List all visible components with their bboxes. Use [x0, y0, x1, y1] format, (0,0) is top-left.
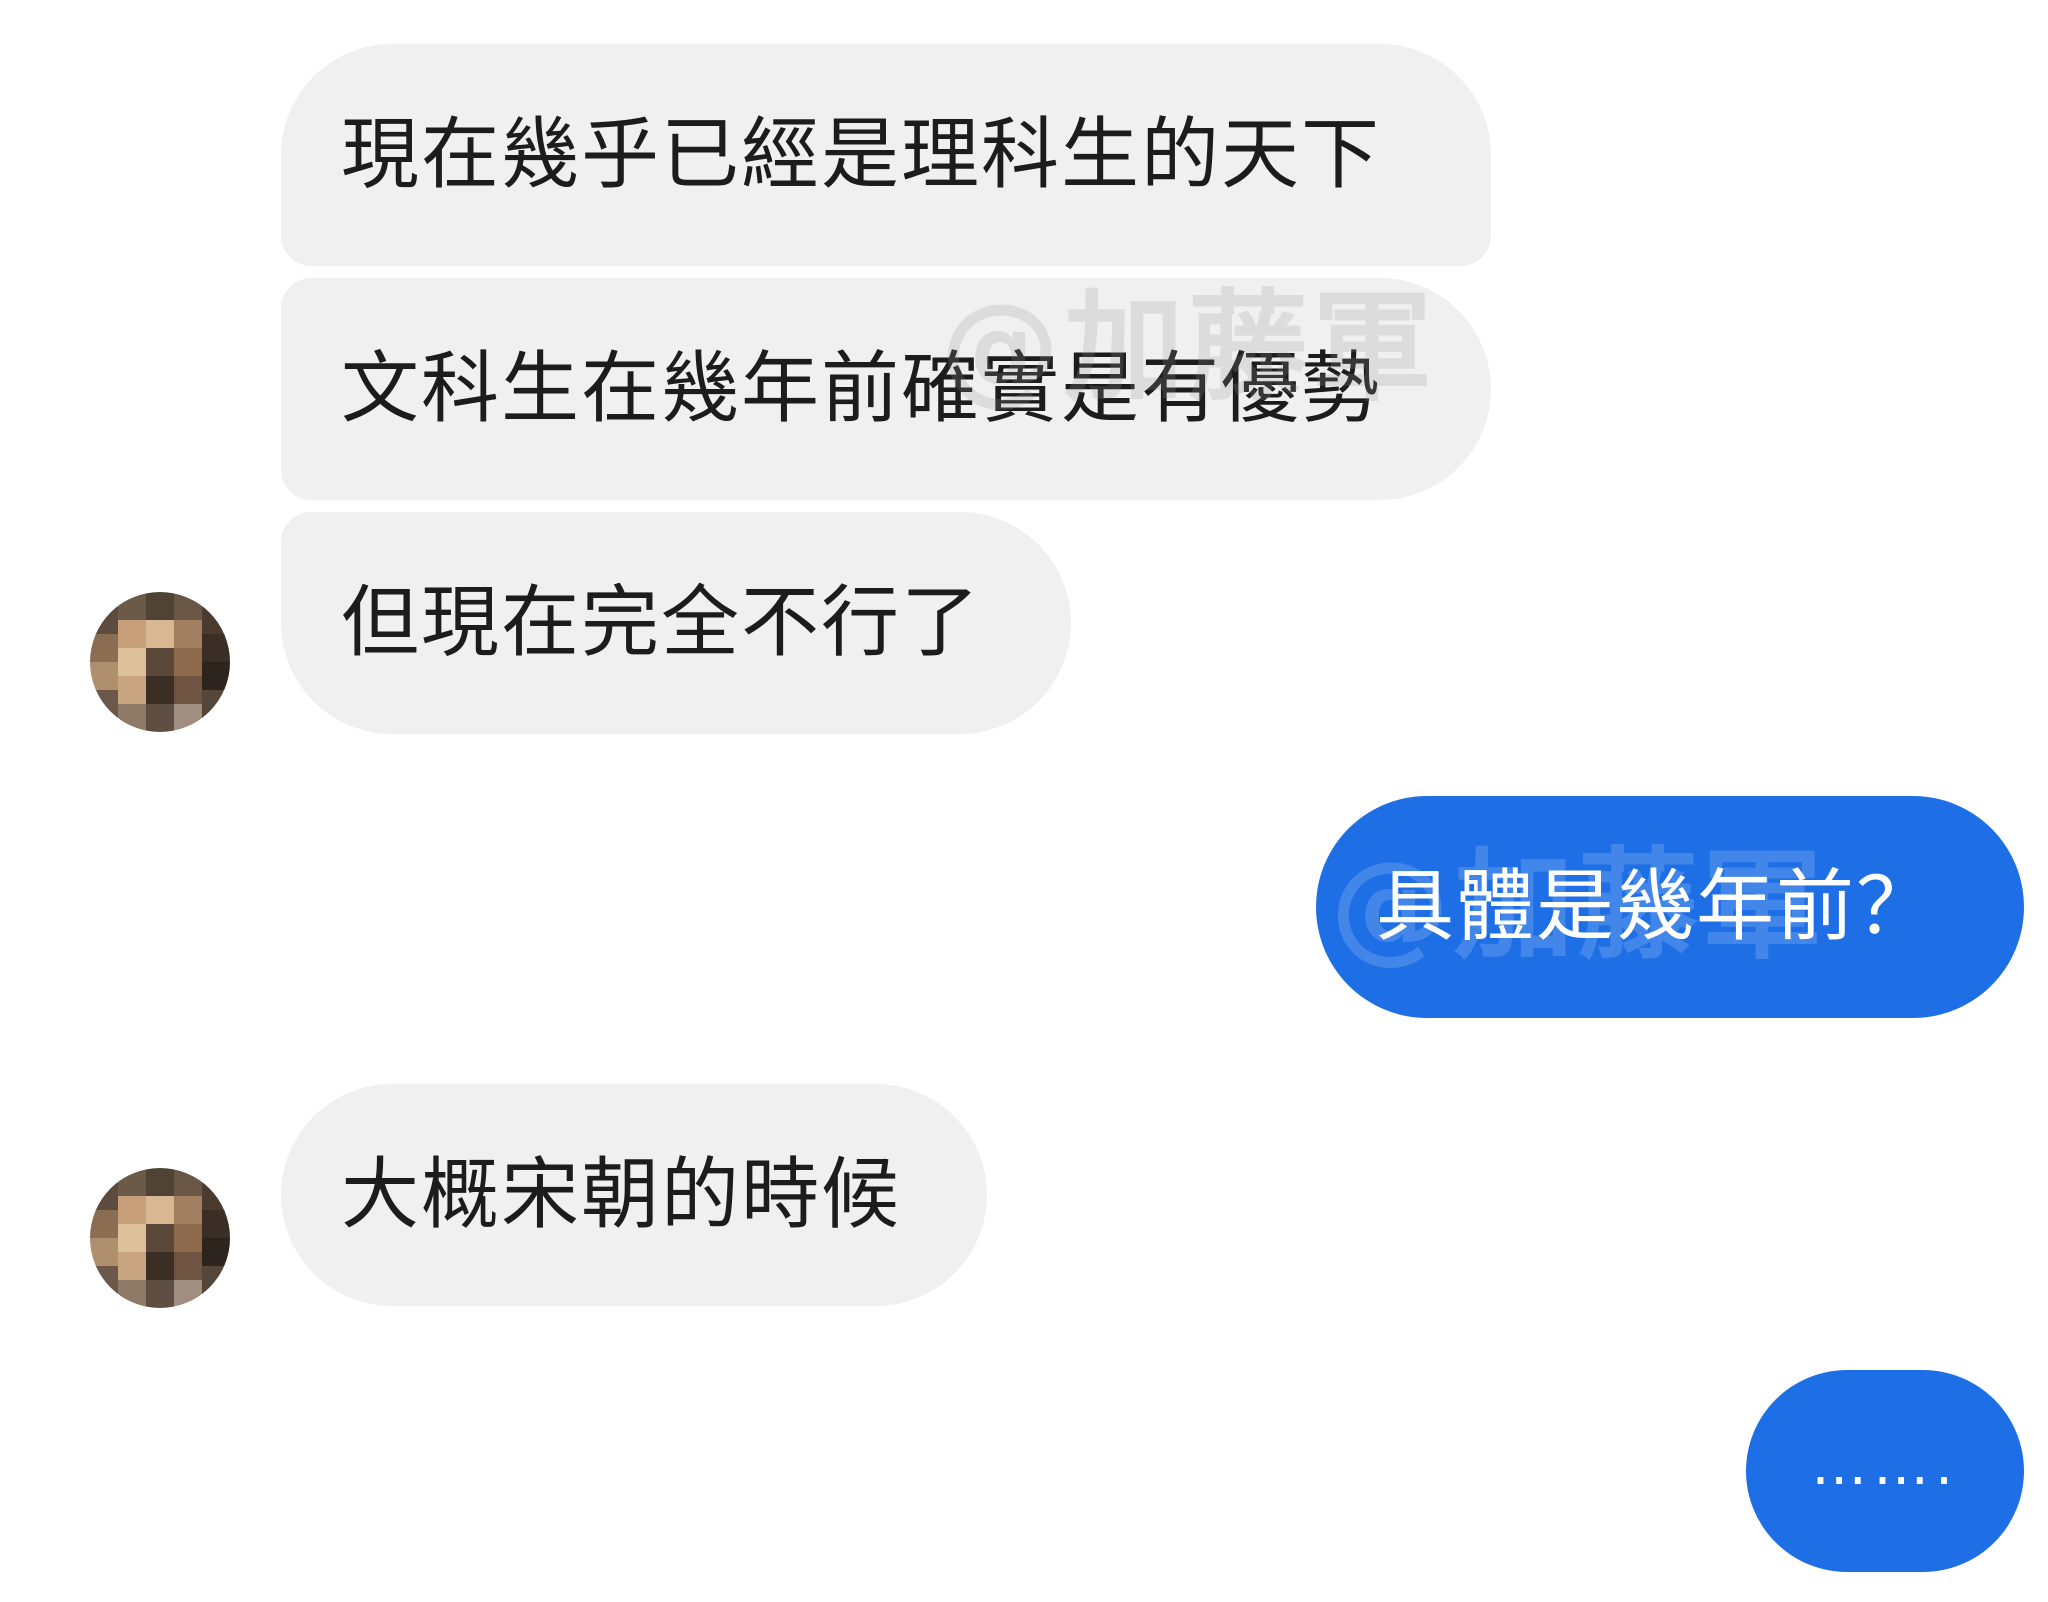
incoming-message-3[interactable]: 但現在完全不行了: [281, 512, 1071, 734]
message-text: …….: [1811, 1433, 1959, 1498]
chat-thread: 現在幾乎已經是理科生的天下 文科生在幾年前確實是有優勢 但現在完全不行了 具體是…: [0, 0, 2048, 1602]
outgoing-message-1[interactable]: 具體是幾年前？: [1316, 796, 2024, 1018]
incoming-message-1[interactable]: 現在幾乎已經是理科生的天下: [281, 44, 1491, 266]
message-text: 現在幾乎已經是理科生的天下: [341, 110, 1382, 200]
avatar-image: [90, 1168, 230, 1308]
avatar-image: [90, 592, 230, 732]
message-text: 具體是幾年前？: [1376, 862, 1937, 952]
pixelated-avatar-icon[interactable]: [90, 592, 230, 732]
message-text: 文科生在幾年前確實是有優勢: [341, 344, 1382, 434]
message-text: 但現在完全不行了: [341, 578, 982, 668]
pixelated-avatar-icon[interactable]: [90, 1168, 230, 1308]
incoming-message-2[interactable]: 文科生在幾年前確實是有優勢: [281, 278, 1491, 500]
outgoing-message-2[interactable]: …….: [1746, 1370, 2024, 1572]
incoming-message-4[interactable]: 大概宋朝的時候: [281, 1084, 987, 1306]
message-text: 大概宋朝的時候: [341, 1150, 902, 1240]
